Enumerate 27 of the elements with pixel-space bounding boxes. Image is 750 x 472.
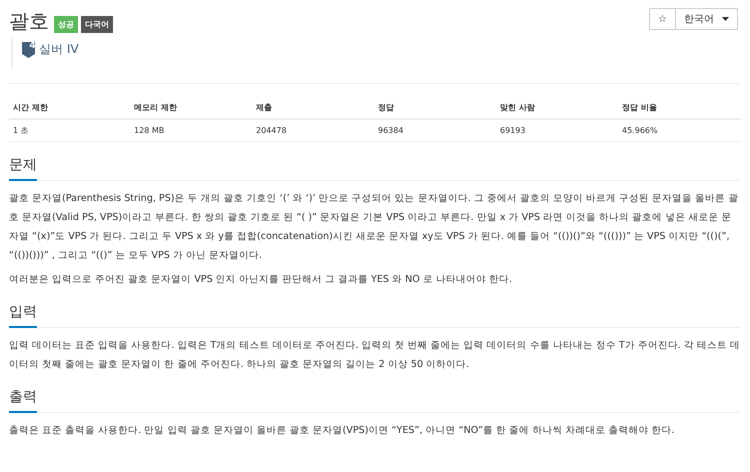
tier-name: 실버 IV [39, 41, 79, 58]
table-cell: 1 초 [9, 119, 130, 142]
language-dropdown[interactable]: 한국어 [676, 8, 738, 30]
problem-title: 괄호 [9, 8, 49, 35]
column-header: 정답 비율 [618, 98, 741, 119]
section-heading: 입력 [9, 299, 37, 328]
table-cell: 45.966% [618, 119, 741, 142]
section-heading: 출력 [9, 384, 37, 413]
column-header: 메모리 제한 [130, 98, 252, 119]
tier-badge-icon [22, 42, 35, 58]
column-header: 시간 제한 [9, 98, 130, 119]
column-header: 정답 [374, 98, 496, 119]
caret-icon [722, 17, 729, 21]
paragraph: 출력은 표준 출력을 사용한다. 만일 입력 괄호 문자열이 올바른 괄호 문자열(VPS)이면 “YES”, 아니면 “NO”를 한 줄에 하나씩 차례대로 출력해야 한다. [9, 424, 676, 438]
table-cell: 96384 [374, 119, 496, 142]
paragraph: 여러분은 입력으로 주어진 괄호 문자열이 VPS 인지 아닌지를 판단해서 그 결과를 YES 와 NO 로 나타내어야 한다. [9, 273, 514, 287]
status-label: 다국어 [81, 16, 113, 33]
column-header: 맞힌 사람 [496, 98, 618, 119]
table-cell: 204478 [252, 119, 374, 142]
section-heading: 문제 [9, 152, 37, 181]
column-header: 제출 [252, 98, 374, 119]
paragraph: 괄호 문자열(Parenthesis String, PS)은 두 개의 괄호 기호인 ‘(’ 와 ‘)’ 만으로 구성되어 있는 문자열이다. 그 중에서 괄호의 모양이 바르게 구성된 문자열을 올바른 괄호 문자열(Valid PS, VPS)이라고 부른다. 한 쌍의 괄호 기호로 된 “( )” 문자열은 기본 VPS 이라고 부른다. 만일 x 가 VPS 라면 이것을 하나의 괄호에 넣은 새로운 문자열 “(x)”도 VPS 가 된다. 그리고 두 VPS x 와 y를 접합(concatenation)시킨 새로운 문자열 xy도 VPS 가 된다. 예를 들어 “(())()”와 “((()))” 는 VPS 이지만 “(()(”, “(())()))” , 그리고 “(()” 는 모두 VPS 가 아닌 문자열이다. [9, 192, 740, 263]
bookmark-button[interactable]: ☆ [649, 8, 676, 30]
table-cell: 128 MB [130, 119, 252, 142]
table-cell: 69193 [496, 119, 618, 142]
status-label: 성공 [54, 16, 78, 33]
paragraph: 입력 데이터는 표준 입력을 사용한다. 입력은 T개의 테스트 데이터로 주어진다. 입력의 첫 번째 줄에는 입력 데이터의 수를 나타내는 정수 T가 주어진다. 각 테스트 데이터의 첫째 줄에는 괄호 문자열이 한 줄에 주어진다. 하나의 괄호 문자열의 길이는 2 이상 50 이하이다. [9, 339, 741, 372]
